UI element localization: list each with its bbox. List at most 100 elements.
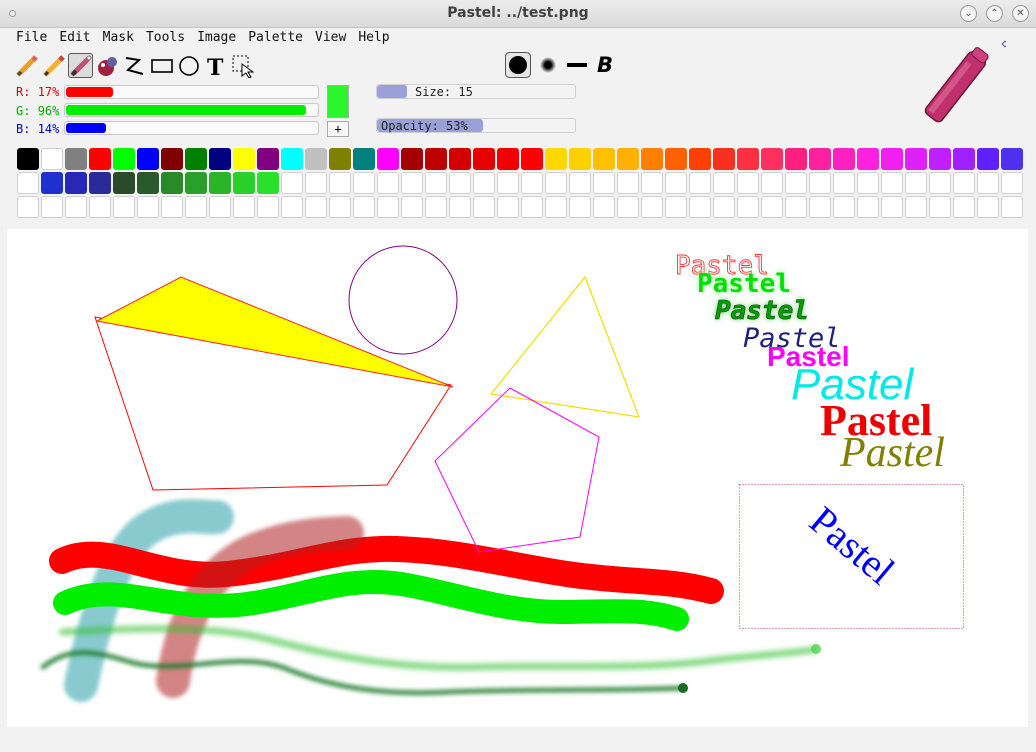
palette-swatch[interactable] [425,148,447,170]
palette-swatch[interactable] [449,148,471,170]
palette-swatch[interactable] [569,148,591,170]
palette-empty-slot[interactable] [905,196,927,218]
rectangle-tool-icon[interactable] [149,53,174,78]
palette-empty-slot[interactable] [401,172,423,194]
palette-empty-slot[interactable] [689,172,711,194]
palette-swatch[interactable] [113,172,135,194]
palette-empty-slot[interactable] [329,196,351,218]
menu-file[interactable]: File [10,29,53,47]
palette-empty-slot[interactable] [281,196,303,218]
palette-empty-slot[interactable] [689,196,711,218]
palette-swatch[interactable] [233,148,255,170]
palette-swatch[interactable] [329,148,351,170]
palette-empty-slot[interactable] [1001,172,1023,194]
palette-empty-slot[interactable] [425,172,447,194]
palette-swatch[interactable] [137,172,159,194]
palette-empty-slot[interactable] [497,196,519,218]
palette-swatch[interactable] [281,148,303,170]
select-tool-icon[interactable] [230,53,255,78]
palette-swatch[interactable] [161,172,183,194]
menu-palette[interactable]: Palette [242,29,309,47]
palette-swatch[interactable] [233,172,255,194]
palette-empty-slot[interactable] [737,196,759,218]
palette-empty-slot[interactable] [257,196,279,218]
palette-swatch[interactable] [65,148,87,170]
palette-empty-slot[interactable] [857,196,879,218]
palette-empty-slot[interactable] [953,196,975,218]
palette-empty-slot[interactable] [713,172,735,194]
polyline-tool-icon[interactable] [122,53,147,78]
palette-swatch[interactable] [257,172,279,194]
palette-empty-slot[interactable] [449,172,471,194]
palette-swatch[interactable] [497,148,519,170]
palette-empty-slot[interactable] [617,172,639,194]
palette-empty-slot[interactable] [665,172,687,194]
palette-swatch[interactable] [905,148,927,170]
brush-tool-icon[interactable] [68,53,93,78]
palette-swatch[interactable] [161,148,183,170]
palette-empty-slot[interactable] [953,172,975,194]
palette-swatch[interactable] [113,148,135,170]
palette-empty-slot[interactable] [545,172,567,194]
palette-empty-slot[interactable] [305,172,327,194]
palette-empty-slot[interactable] [377,172,399,194]
palette-empty-slot[interactable] [281,172,303,194]
palette-empty-slot[interactable] [449,196,471,218]
current-color-swatch[interactable] [327,85,349,118]
palette-swatch[interactable] [209,172,231,194]
palette-empty-slot[interactable] [1001,196,1023,218]
palette-swatch[interactable] [713,148,735,170]
palette-empty-slot[interactable] [737,172,759,194]
palette-empty-slot[interactable] [161,196,183,218]
palette-swatch[interactable] [953,148,975,170]
palette-swatch[interactable] [41,172,63,194]
palette-swatch[interactable] [785,148,807,170]
menu-help[interactable]: Help [352,29,395,47]
palette-swatch[interactable] [65,172,87,194]
palette-swatch[interactable] [89,148,111,170]
minimize-button[interactable]: ⌄ [960,5,977,22]
close-button[interactable]: ✕ [1012,5,1029,22]
palette-swatch[interactable] [305,148,327,170]
palette-empty-slot[interactable] [593,172,615,194]
spray-tool-icon[interactable] [95,53,120,78]
palette-swatch[interactable] [257,148,279,170]
palette-empty-slot[interactable] [785,172,807,194]
palette-empty-slot[interactable] [569,196,591,218]
palette-empty-slot[interactable] [905,172,927,194]
palette-empty-slot[interactable] [809,196,831,218]
palette-empty-slot[interactable] [593,196,615,218]
palette-swatch[interactable] [809,148,831,170]
palette-empty-slot[interactable] [113,196,135,218]
palette-empty-slot[interactable] [833,196,855,218]
palette-swatch[interactable] [185,148,207,170]
palette-empty-slot[interactable] [233,196,255,218]
palette-empty-slot[interactable] [137,196,159,218]
palette-empty-slot[interactable] [521,172,543,194]
palette-empty-slot[interactable] [17,196,39,218]
palette-empty-slot[interactable] [425,196,447,218]
palette-swatch[interactable] [689,148,711,170]
palette-swatch[interactable] [881,148,903,170]
text-tool-icon[interactable]: T [203,53,228,78]
palette-empty-slot[interactable] [545,196,567,218]
palette-swatch[interactable] [617,148,639,170]
palette-swatch[interactable] [185,172,207,194]
palette-empty-slot[interactable] [761,196,783,218]
palette-swatch[interactable] [833,148,855,170]
flat-brush-icon[interactable] [565,56,589,74]
palette-swatch[interactable] [545,148,567,170]
palette-empty-slot[interactable] [353,196,375,218]
palette-empty-slot[interactable] [473,196,495,218]
menu-view[interactable]: View [309,29,352,47]
palette-empty-slot[interactable] [881,172,903,194]
round-soft-brush-icon[interactable] [539,56,557,74]
palette-swatch[interactable] [209,148,231,170]
palette-empty-slot[interactable] [713,196,735,218]
palette-swatch[interactable] [761,148,783,170]
drawing-canvas[interactable]: Pastel Pastel Pastel Pastel Pastel Paste… [7,229,1028,727]
menu-mask[interactable]: Mask [97,29,140,47]
palette-swatch[interactable] [857,148,879,170]
round-hard-brush-icon[interactable] [505,52,531,78]
palette-empty-slot[interactable] [617,196,639,218]
